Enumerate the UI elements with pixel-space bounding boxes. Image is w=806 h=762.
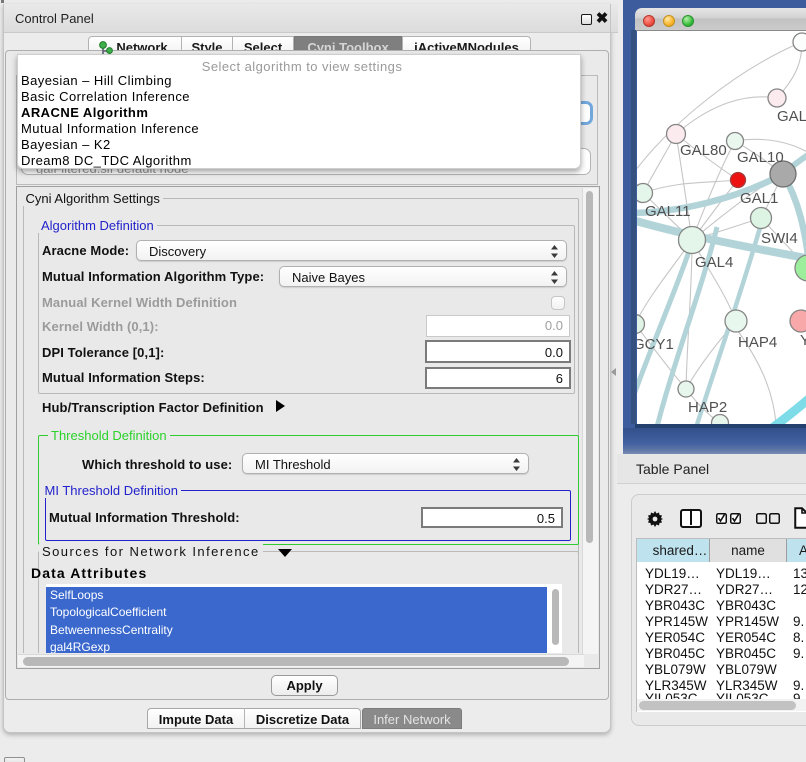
svg-text:GAL11: GAL11 bbox=[645, 203, 691, 220]
svg-text:HAP4: HAP4 bbox=[738, 334, 777, 351]
svg-text:GAL4: GAL4 bbox=[695, 254, 733, 271]
svg-text:GAL1: GAL1 bbox=[740, 190, 778, 207]
svg-text:HAP2: HAP2 bbox=[688, 399, 727, 416]
svg-text:Y: Y bbox=[800, 332, 806, 349]
svg-text:GAL80: GAL80 bbox=[680, 142, 727, 159]
svg-text:GAL2: GAL2 bbox=[777, 108, 806, 125]
svg-text:GCY1: GCY1 bbox=[637, 336, 674, 353]
svg-text:GAL10: GAL10 bbox=[737, 149, 784, 166]
svg-text:SWI4: SWI4 bbox=[761, 230, 798, 247]
